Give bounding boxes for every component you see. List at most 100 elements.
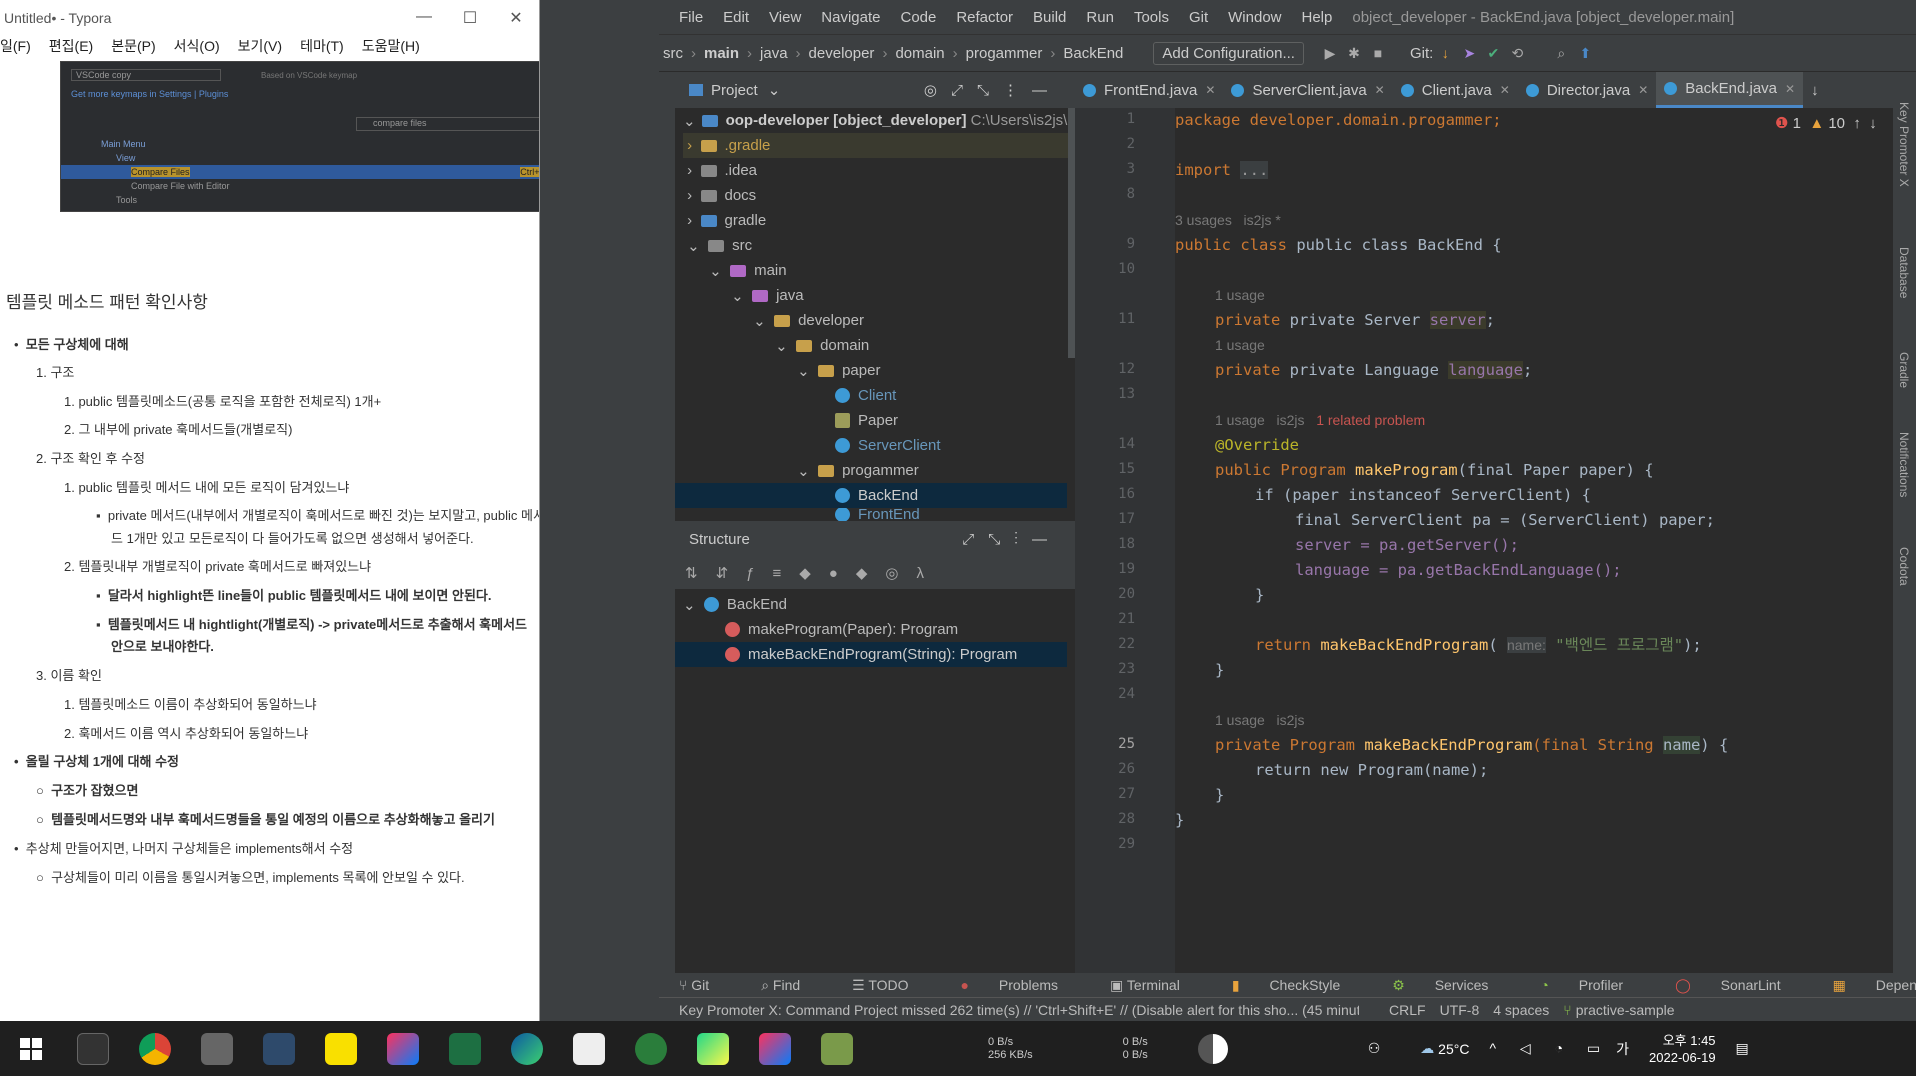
crumb-developer[interactable]: developer	[809, 45, 875, 62]
menu-edit[interactable]: 편집(E)	[49, 36, 93, 60]
tree-main[interactable]: ⌄ main	[705, 258, 786, 283]
git-update-icon[interactable]: ↓	[1433, 41, 1457, 65]
structure-backend[interactable]: ⌄ BackEnd	[683, 592, 787, 617]
menu-help[interactable]: Help	[1302, 9, 1333, 26]
tool-dependencies[interactable]: ▦ Dependencies	[1833, 977, 1916, 994]
status-message[interactable]: Key Promoter X: Command Project missed 2…	[679, 1002, 1359, 1018]
history-icon[interactable]: ⟲	[1505, 41, 1529, 65]
start-icon[interactable]	[0, 1021, 62, 1076]
crumb-src[interactable]: src	[663, 45, 683, 62]
usage-hint[interactable]: 1 usage	[1215, 412, 1265, 428]
tree-gradle-hidden[interactable]: › .gradle	[683, 133, 1075, 158]
tree-docs[interactable]: › docs	[683, 183, 756, 208]
maximize-icon[interactable]: ☐	[447, 8, 493, 28]
key-promoter-panel[interactable]: Key Promoter X	[1897, 102, 1911, 187]
structure-toolbar[interactable]: ⇅⇵ƒ≡◆●◆◎λ	[675, 557, 1075, 589]
tree-client[interactable]: Client	[835, 383, 896, 408]
tree-frontend[interactable]: FrontEnd	[835, 508, 920, 521]
tree-serverclient[interactable]: ServerClient	[835, 433, 941, 458]
tree-root[interactable]: ⌄ oop-developer [object_developer] C:\Us…	[683, 108, 1071, 133]
menu-view[interactable]: 보기(V)	[238, 36, 282, 60]
tree-developer[interactable]: ⌄ developer	[749, 308, 864, 333]
tree-gradle[interactable]: › gradle	[683, 208, 766, 233]
structure-makeprogram[interactable]: makeProgram(Paper): Program	[725, 617, 958, 642]
menu-git[interactable]: Git	[1189, 9, 1208, 26]
people-icon[interactable]: ⚇	[1368, 1040, 1381, 1057]
tree-progammer[interactable]: ⌄ progammer	[793, 458, 919, 483]
menu-format[interactable]: 서식(O)	[174, 36, 220, 60]
tree-idea[interactable]: › .idea	[683, 158, 757, 183]
add-configuration-button[interactable]: Add Configuration...	[1153, 41, 1304, 65]
tool-services[interactable]: ⚙ Services	[1392, 977, 1514, 994]
crumb-main[interactable]: main	[704, 45, 739, 62]
fold-marker[interactable]: ...	[1240, 161, 1269, 179]
tray-icons[interactable]: ^ ◁ ◔ ▭	[1489, 1040, 1610, 1057]
notifications-panel[interactable]: Notifications	[1897, 432, 1911, 497]
inspection-widget[interactable]: ❶ 1 ▲ 10 ↑ ↓	[1775, 114, 1877, 132]
git-push-icon[interactable]: ➤	[1457, 41, 1481, 65]
menu-run[interactable]: Run	[1086, 9, 1114, 26]
menu-file[interactable]: File	[679, 9, 703, 26]
menu-tools[interactable]: Tools	[1134, 9, 1169, 26]
tab-serverclient[interactable]: ServerClient.java ✕	[1223, 72, 1392, 108]
tree-backend[interactable]: BackEnd	[675, 483, 1067, 508]
tool-sonarlint[interactable]: ◯ SonarLint	[1675, 977, 1807, 994]
notification-icon[interactable]: ▤	[1736, 1040, 1749, 1057]
usage-hint[interactable]: 3 usages	[1175, 212, 1232, 228]
excel-icon[interactable]	[434, 1021, 496, 1076]
menu-refactor[interactable]: Refactor	[956, 9, 1013, 26]
tab-overflow-icon[interactable]: ↓	[1803, 72, 1827, 108]
chrome-icon[interactable]	[124, 1021, 186, 1076]
kakaotalk-icon[interactable]	[310, 1021, 372, 1076]
scrollbar[interactable]	[1068, 108, 1075, 358]
crumb-java[interactable]: java	[760, 45, 788, 62]
ime-indicator[interactable]: 가	[1616, 1039, 1629, 1059]
tab-client[interactable]: Client.java ✕	[1393, 72, 1518, 108]
menu-view[interactable]: View	[769, 9, 801, 26]
tree-java[interactable]: ⌄ java	[727, 283, 803, 308]
menu-theme[interactable]: 테마(T)	[300, 36, 344, 60]
tool-todo[interactable]: ☰ TODO	[852, 977, 934, 994]
menu-file[interactable]: 일(F)	[0, 36, 31, 60]
tool-profiler[interactable]: ◔ Profiler	[1540, 977, 1649, 993]
menu-build[interactable]: Build	[1033, 9, 1066, 26]
git-commit-icon[interactable]: ✔	[1481, 41, 1505, 65]
structure-makebackendprogram[interactable]: makeBackEndProgram(String): Program	[675, 642, 1067, 667]
stop-icon[interactable]: ■	[1366, 41, 1390, 65]
intellij-icon[interactable]	[372, 1021, 434, 1076]
tree-src[interactable]: ⌄ src	[683, 233, 752, 258]
menu-paragraph[interactable]: 본문(P)	[111, 36, 155, 60]
gradle-panel[interactable]: Gradle	[1897, 352, 1911, 388]
update-icon[interactable]: ⬆	[1573, 41, 1597, 65]
tree-domain[interactable]: ⌄ domain	[771, 333, 869, 358]
panel-actions-icon[interactable]: ⤢⤡⋮—	[962, 531, 1061, 548]
app-icon[interactable]	[248, 1021, 310, 1076]
close-icon[interactable]: ✕	[493, 8, 539, 28]
terminal-icon[interactable]	[62, 1021, 124, 1076]
clock[interactable]: 오후 1:45 2022-06-19	[1649, 1032, 1716, 1066]
tool-git[interactable]: ⑂ Git	[679, 977, 735, 993]
tab-backend[interactable]: BackEnd.java ✕	[1656, 72, 1804, 108]
minimize-icon[interactable]: —	[401, 8, 447, 28]
run-icon[interactable]: ▶	[1318, 41, 1342, 65]
crumb-progammer[interactable]: progammer	[966, 45, 1043, 62]
tab-director[interactable]: Director.java ✕	[1518, 72, 1656, 108]
git-branch[interactable]: practive-sample	[1576, 1002, 1675, 1018]
usage-hint[interactable]: 1 usage	[1215, 333, 1265, 358]
crumb-domain[interactable]: domain	[895, 45, 944, 62]
indent-setting[interactable]: 4 spaces	[1493, 1002, 1549, 1018]
search-icon[interactable]: ⌕	[1549, 41, 1573, 65]
debug-icon[interactable]: ✱	[1342, 41, 1366, 65]
crumb-backend[interactable]: BackEnd	[1063, 45, 1123, 62]
tree-paper[interactable]: ⌄ paper	[793, 358, 880, 383]
menu-navigate[interactable]: Navigate	[821, 9, 880, 26]
weather-widget[interactable]: ☁ 25°C	[1420, 1040, 1469, 1057]
app-icon[interactable]	[806, 1021, 868, 1076]
menu-code[interactable]: Code	[900, 9, 936, 26]
code-editor[interactable]: package developer.domain.progammer; impo…	[1175, 108, 1916, 973]
panel-actions-icon[interactable]: ◎⤢⤡⋮—	[924, 81, 1061, 99]
line-separator[interactable]: CRLF	[1389, 1002, 1426, 1018]
menu-help[interactable]: 도움말(H)	[362, 36, 420, 60]
tool-problems[interactable]: ● Problems	[961, 977, 1085, 993]
intellij-icon[interactable]	[744, 1021, 806, 1076]
